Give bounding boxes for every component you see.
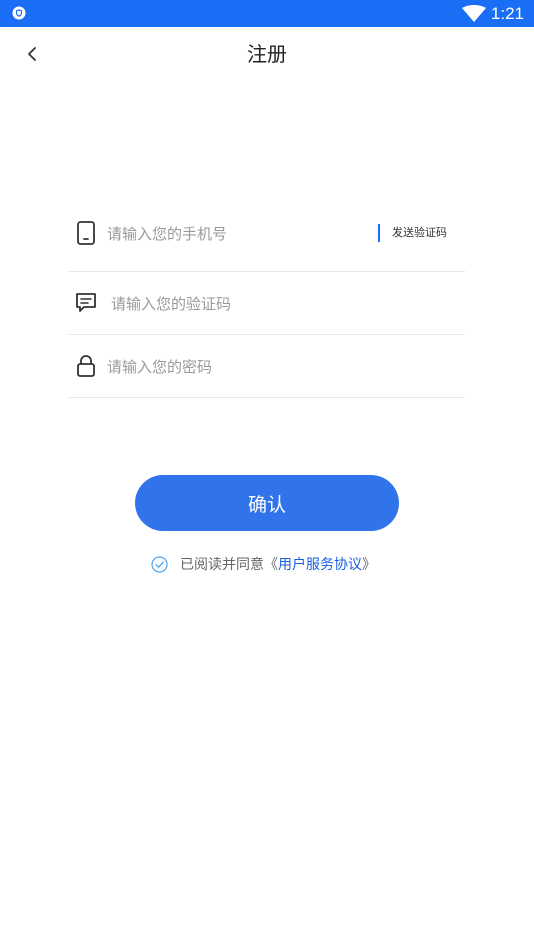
agreement: 已阅读并同意《用户服务协议》 [151, 553, 376, 575]
page-title: 注册 [247, 42, 287, 66]
phone-icon [77, 221, 95, 245]
shield-icon [12, 6, 26, 20]
terms-link[interactable]: 用户服务协议 [278, 554, 362, 574]
confirm-button[interactable]: 确认 [135, 475, 399, 531]
code-input[interactable] [111, 292, 371, 316]
check-circle-icon[interactable] [151, 555, 168, 573]
status-bar: 1:21 [0, 0, 534, 27]
phone-row: 发送验证码 [69, 202, 465, 272]
status-time: 1:21 [490, 4, 524, 23]
agreement-open-quote: 《 [264, 557, 278, 573]
send-code-button[interactable]: 发送验证码 [378, 224, 447, 242]
phone-input[interactable] [107, 222, 367, 246]
message-icon [76, 293, 96, 312]
agreement-close-quote: 》 [362, 557, 376, 573]
lock-icon [77, 355, 95, 377]
code-row [69, 272, 465, 335]
wifi-icon [462, 5, 486, 22]
password-row [69, 335, 465, 398]
password-input[interactable] [107, 355, 367, 379]
agreement-prefix: 已阅读并同意 [180, 557, 264, 573]
